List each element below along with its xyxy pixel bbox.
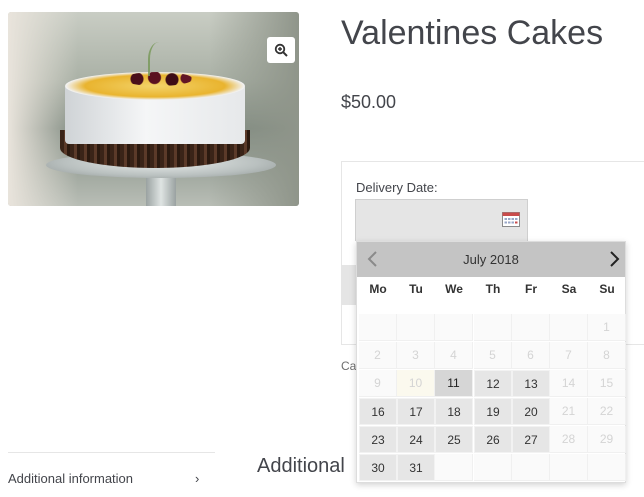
- chevron-right-icon: ›: [195, 471, 200, 486]
- calendar-day[interactable]: 19: [474, 398, 512, 425]
- datepicker-month-title: July 2018: [463, 252, 519, 267]
- calendar-day[interactable]: 26: [474, 426, 512, 453]
- calendar-empty-cell: [512, 314, 550, 341]
- product-title: Valentines Cakes: [341, 14, 604, 52]
- delivery-date-label: Delivery Date:: [356, 180, 438, 195]
- calendar-day[interactable]: 30: [359, 454, 397, 481]
- calendar-empty-cell: [512, 454, 550, 481]
- weekday-header: Su: [599, 282, 615, 296]
- calendar-empty-cell: [359, 314, 397, 341]
- calendar-day: 2: [359, 342, 397, 369]
- calendar-day: 15: [588, 370, 626, 397]
- calendar-day: 1: [588, 314, 626, 341]
- calendar-day: 10: [397, 370, 435, 397]
- calendar-day: 9: [359, 370, 397, 397]
- tabs-divider: [8, 452, 215, 453]
- calendar-day[interactable]: 16: [359, 398, 397, 425]
- calendar-day[interactable]: 17: [397, 398, 435, 425]
- calendar-empty-cell: [474, 454, 512, 481]
- calendar-day: 3: [397, 342, 435, 369]
- calendar-day: 7: [550, 342, 588, 369]
- zoom-in-icon: [274, 43, 288, 57]
- cake-herb-sprig: [148, 42, 170, 76]
- calendar-day: 28: [550, 426, 588, 453]
- calendar-day[interactable]: 27: [512, 426, 550, 453]
- weekday-header: We: [445, 282, 463, 296]
- calendar-day[interactable]: 31: [397, 454, 435, 481]
- calendar-empty-cell: [588, 454, 626, 481]
- weekday-header: Th: [485, 282, 501, 296]
- calendar-day: 6: [512, 342, 550, 369]
- calendar-day: 5: [474, 342, 512, 369]
- calendar-day[interactable]: 25: [435, 426, 473, 453]
- next-month-icon[interactable]: [605, 248, 625, 270]
- calendar-empty-cell: [397, 314, 435, 341]
- additional-information-heading: Additional: [257, 455, 345, 477]
- calendar-day[interactable]: 12: [474, 370, 512, 397]
- calendar-day[interactable]: 13: [512, 370, 550, 397]
- calendar-day: 21: [550, 398, 588, 425]
- calendar-empty-cell: [474, 314, 512, 341]
- calendar-empty-cell: [550, 314, 588, 341]
- calendar-day[interactable]: 18: [435, 398, 473, 425]
- weekday-header: Tu: [409, 282, 423, 296]
- calendar-day[interactable]: 24: [397, 426, 435, 453]
- product-image[interactable]: [8, 12, 299, 206]
- datepicker-popup: July 2018 Mo Tu We Th Fr Sa Su 1 2 3 4 5 6 7 8 9 10 11 12 1…: [356, 241, 626, 483]
- weekday-header: Sa: [561, 282, 577, 296]
- calendar-day[interactable]: 23: [359, 426, 397, 453]
- calendar-day: 29: [588, 426, 626, 453]
- tab-additional-information[interactable]: Additional information: [8, 471, 133, 486]
- calendar-day: 14: [550, 370, 588, 397]
- calendar-day: 22: [588, 398, 626, 425]
- product-price: $50.00: [341, 92, 397, 112]
- datepicker-header: July 2018: [357, 242, 625, 277]
- calendar-icon[interactable]: [502, 211, 520, 227]
- calendar-day: 8: [588, 342, 626, 369]
- prev-month-icon[interactable]: [363, 248, 383, 270]
- calendar-empty-cell: [550, 454, 588, 481]
- calendar-day[interactable]: 20: [512, 398, 550, 425]
- weekday-header: Mo: [369, 282, 387, 296]
- image-zoom-button[interactable]: [267, 37, 295, 63]
- calendar-empty-cell: [435, 454, 473, 481]
- calendar-empty-cell: [435, 314, 473, 341]
- weekday-header: Fr: [525, 282, 537, 296]
- calendar-day[interactable]: 11: [435, 370, 473, 397]
- calendar-day: 4: [435, 342, 473, 369]
